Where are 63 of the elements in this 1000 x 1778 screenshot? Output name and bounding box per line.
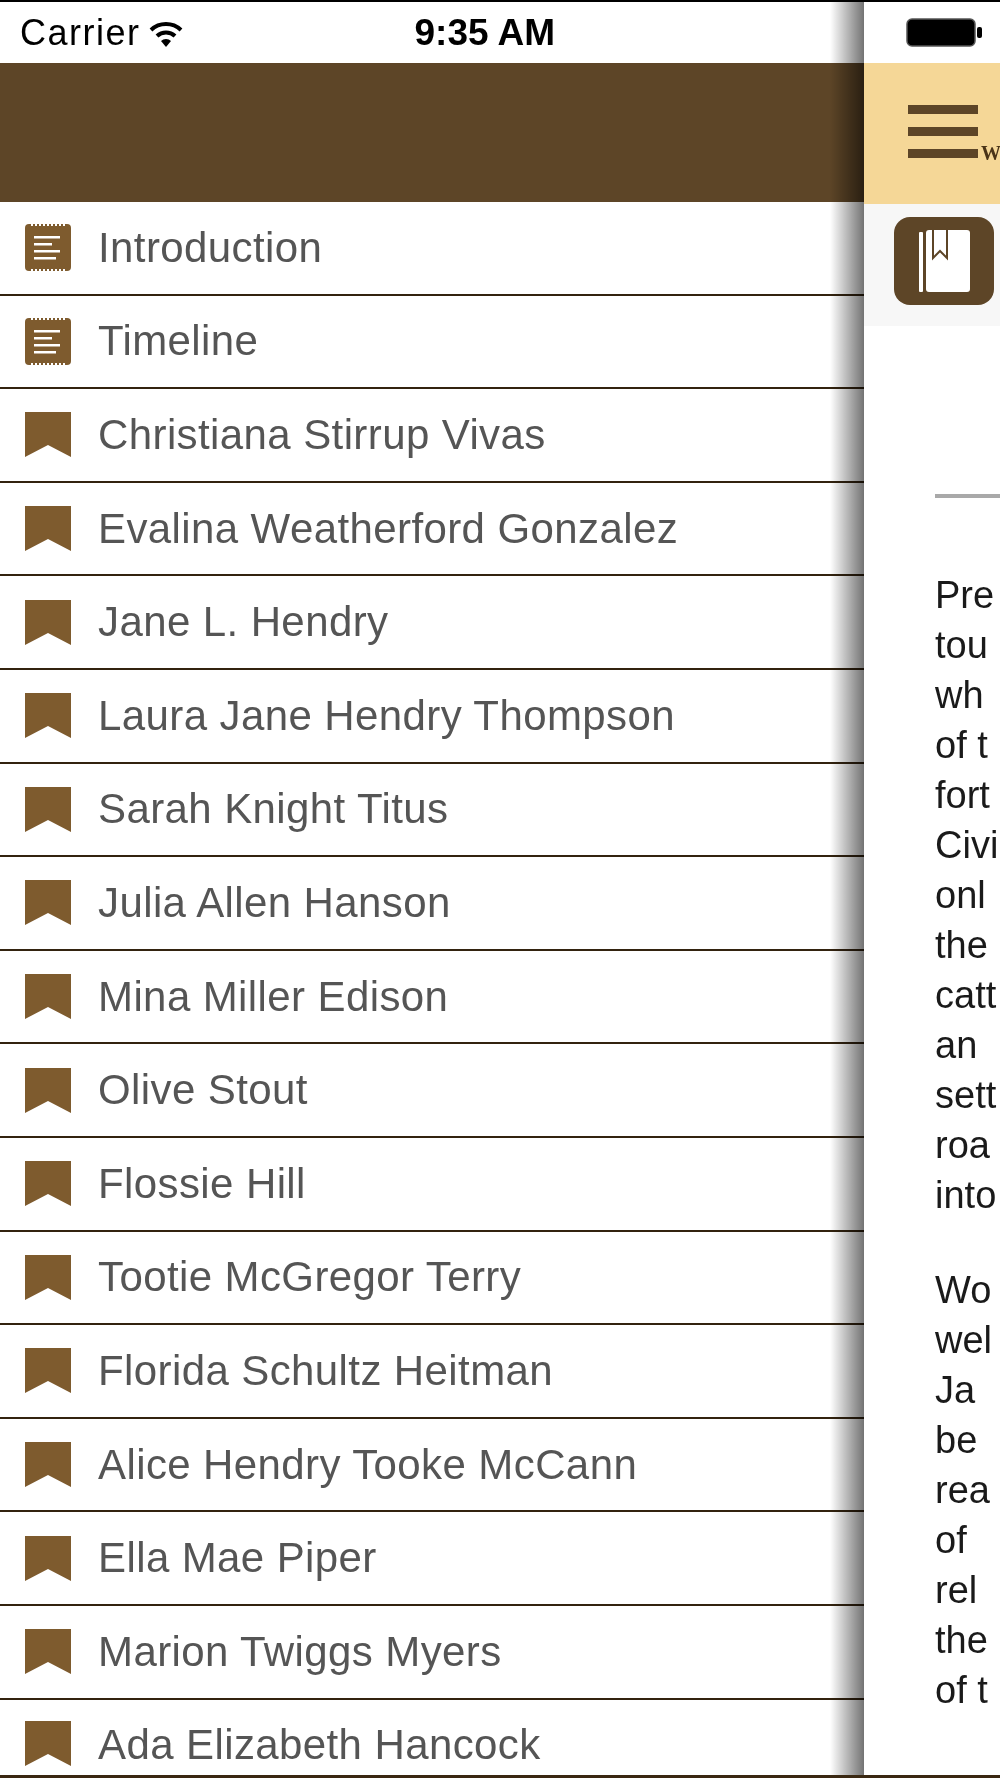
- article-text-line: an: [935, 1023, 979, 1068]
- menu-item[interactable]: Introduction: [0, 202, 826, 294]
- menu-item[interactable]: Tootie McGregor Terry: [0, 1231, 826, 1324]
- menu-item[interactable]: Sarah Knight Titus: [0, 763, 826, 856]
- article-text-line: tou: [935, 623, 989, 668]
- article-text-line: of t: [935, 1668, 989, 1713]
- bookmark-icon: [25, 599, 71, 645]
- bookmark-icon: [25, 1161, 71, 1207]
- bookmark-icon: [25, 1629, 71, 1675]
- article-text-line: sett: [935, 1073, 998, 1118]
- menu-icon[interactable]: [908, 105, 978, 158]
- bookmark-icon: [25, 1535, 71, 1581]
- article-text-line: rel: [935, 1568, 979, 1613]
- article-text-line: wel: [935, 1318, 994, 1363]
- article-text-line: catt: [935, 973, 998, 1018]
- menu-item[interactable]: Marion Twiggs Myers: [0, 1605, 826, 1698]
- bookmark-icon: [25, 974, 71, 1020]
- menu-item[interactable]: Jane L. Hendry: [0, 576, 826, 668]
- menu-item[interactable]: Olive Stout: [0, 1044, 826, 1136]
- bookmark-icon: [25, 786, 71, 832]
- article-text-line: the: [935, 923, 989, 968]
- menu-item[interactable]: Timeline: [0, 295, 826, 388]
- menu-item[interactable]: Evalina Weatherford Gonzalez: [0, 482, 826, 575]
- article-text-line: Civi: [935, 823, 1000, 868]
- battery-icon: [906, 18, 982, 47]
- article-text-line: be: [935, 1418, 979, 1463]
- article-text-line: of t: [935, 723, 989, 768]
- article-text-line: onl: [935, 873, 987, 918]
- document-icon: [25, 224, 71, 272]
- article-text-line: rea: [935, 1468, 991, 1513]
- menu-item[interactable]: Flossie Hill: [0, 1137, 826, 1230]
- document-icon: [25, 317, 71, 365]
- bookmarks-button[interactable]: [894, 217, 994, 305]
- article-text-line: Ja: [935, 1368, 977, 1413]
- bookmark-icon: [25, 880, 71, 926]
- book-icon: [918, 230, 970, 292]
- menu-item[interactable]: Ada Elizabeth Hancock: [0, 1699, 826, 1775]
- menu-item[interactable]: Alice Hendry Tooke McCann: [0, 1418, 826, 1511]
- menu-item[interactable]: Christiana Stirrup Vivas: [0, 389, 826, 481]
- carrier-label: Carrier: [20, 14, 141, 51]
- bookmark-icon: [25, 1720, 71, 1766]
- article-text-line: of: [935, 1518, 968, 1563]
- menu-item[interactable]: Ella Mae Piper: [0, 1512, 826, 1604]
- menu-item[interactable]: Laura Jane Hendry Thompson: [0, 669, 826, 762]
- reader-title: W: [981, 141, 1000, 165]
- article-text-line: into: [935, 1173, 998, 1218]
- bookmark-icon: [25, 693, 71, 739]
- bookmark-icon: [25, 1254, 71, 1300]
- bookmark-icon: [25, 412, 71, 458]
- menu-item[interactable]: Mina Miller Edison: [0, 950, 826, 1043]
- article-text-line: the: [935, 1618, 989, 1663]
- article-text-line: roa: [935, 1123, 991, 1168]
- article-text-line: Wo: [935, 1268, 993, 1313]
- menu-item[interactable]: Florida Schultz Heitman: [0, 1325, 826, 1417]
- article-text-line: fort: [935, 773, 991, 818]
- menu-item[interactable]: Julia Allen Hanson: [0, 857, 826, 949]
- article-text-line: Pre: [935, 573, 996, 618]
- bookmark-icon: [25, 1067, 71, 1113]
- bookmark-icon: [25, 506, 71, 552]
- bookmark-icon: [25, 1348, 71, 1394]
- status-time: 9:35 AM: [414, 14, 556, 51]
- bookmark-icon: [25, 1442, 71, 1487]
- article-text-line: wh: [935, 673, 985, 718]
